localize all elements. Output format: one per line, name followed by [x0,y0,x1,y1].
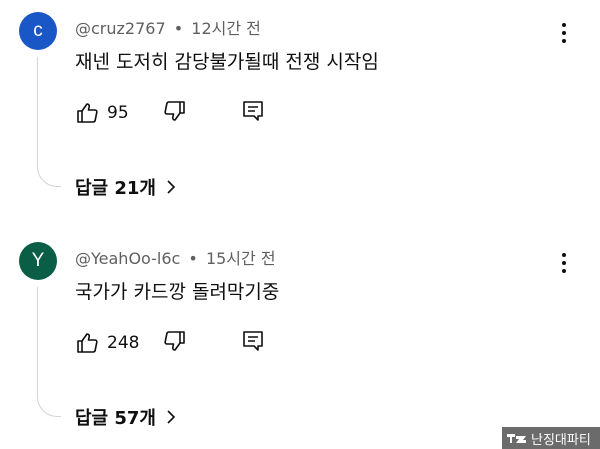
comment-meta: @cruz2767 • 12시간 전 [75,15,261,39]
more-options-button[interactable] [552,250,576,276]
avatar[interactable]: c [19,12,57,50]
view-replies-button[interactable]: 답글 21개 [75,174,176,200]
replies-count-label: 답글 21개 [75,178,156,199]
thread-line [37,287,61,417]
username[interactable]: @YeahOo-l6c [75,249,180,268]
comment-reply-icon [243,331,263,351]
avatar-letter: Y [31,250,45,271]
thread-line [37,57,61,187]
timestamp[interactable]: 12시간 전 [191,19,261,38]
like-count: 95 [107,103,129,123]
thumb-down-icon [164,101,185,121]
replies-count-label: 답글 57개 [75,408,156,429]
comment-thread: c @cruz2767 • 12시간 전 재넨 도저히 감당불가될때 전쟁 시작… [0,0,600,230]
watermark-text: 난징대파티 [531,432,591,448]
dislike-button[interactable] [163,99,189,127]
watermark-logo-icon [507,434,526,443]
thumb-down-icon [164,331,185,351]
thumb-up-icon [77,333,98,353]
comment-actions: 95 [75,99,295,127]
view-replies-button[interactable]: 답글 57개 [75,404,176,430]
like-button[interactable]: 248 [75,329,139,357]
more-vert-icon [552,253,576,273]
avatar[interactable]: Y [19,242,57,280]
separator-dot: • [173,19,184,38]
comment-actions: 248 [75,329,295,357]
chevron-right-icon [167,410,176,424]
thumb-up-icon [77,103,98,123]
more-vert-icon [552,23,576,43]
comment-text: 국가가 카드깡 돌려막기중 [75,281,280,303]
dislike-button[interactable] [163,329,189,357]
comment-meta: @YeahOo-l6c • 15시간 전 [75,245,276,269]
more-options-button[interactable] [552,20,576,46]
separator-dot: • [188,249,198,268]
comment-reply-icon [243,101,263,121]
timestamp[interactable]: 15시간 전 [206,249,276,268]
comment-text: 재넨 도저히 감당불가될때 전쟁 시작임 [75,51,379,73]
watermark: 난징대파티 [502,427,600,449]
like-button[interactable]: 95 [75,99,129,127]
username[interactable]: @cruz2767 [75,19,166,38]
chevron-right-icon [167,180,176,194]
like-count: 248 [107,333,140,353]
avatar-letter: c [33,20,43,41]
reply-button[interactable] [241,99,267,127]
reply-button[interactable] [241,329,267,357]
comment-thread: Y @YeahOo-l6c • 15시간 전 국가가 카드깡 돌려막기중 248… [0,230,600,449]
